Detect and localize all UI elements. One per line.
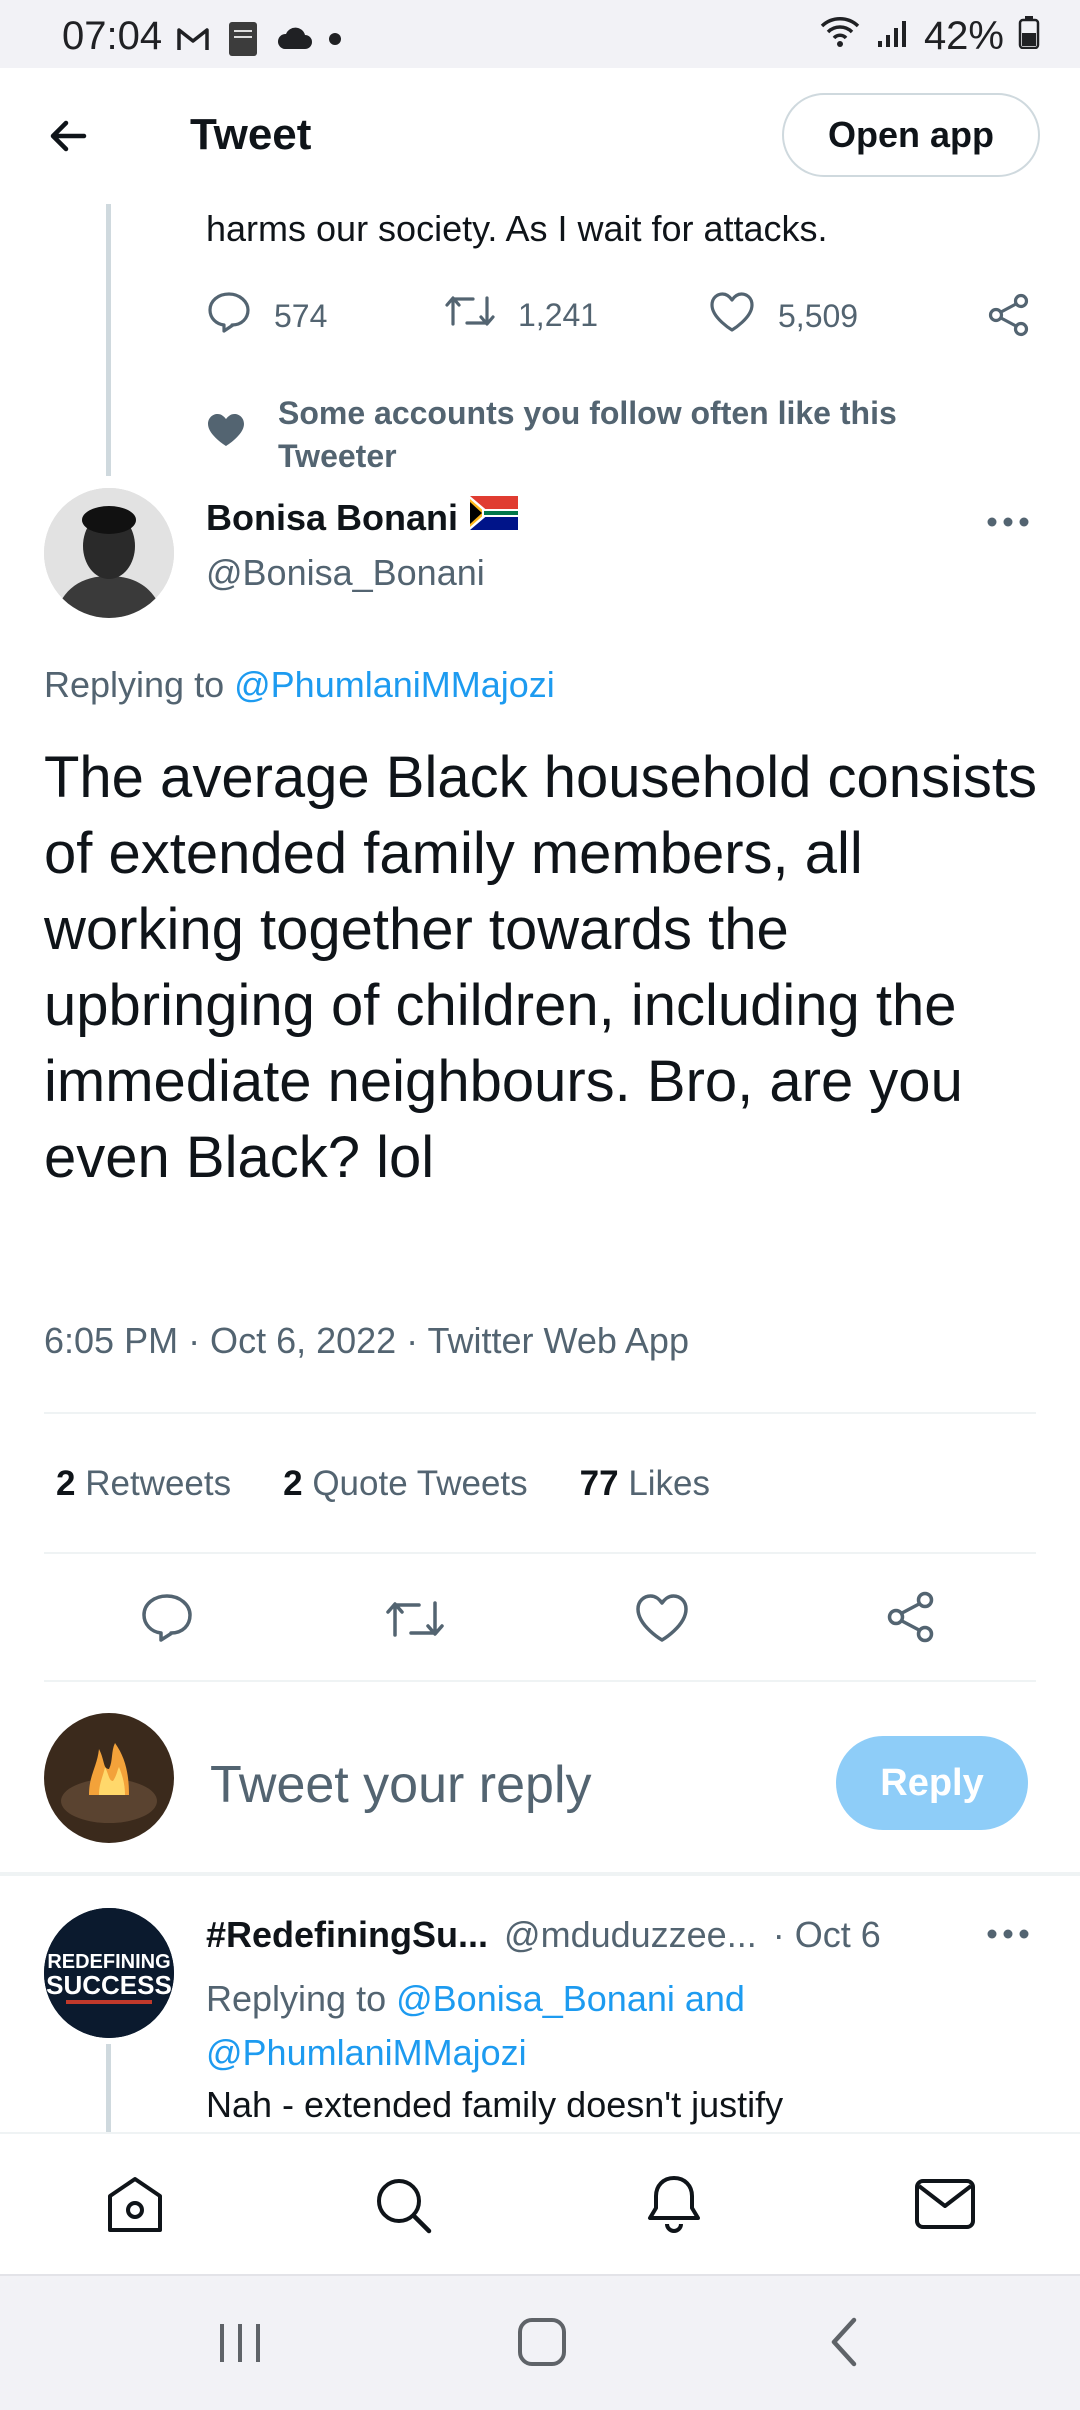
gmail-icon bbox=[176, 25, 210, 58]
bible-icon bbox=[226, 20, 260, 63]
parent-like-action[interactable]: 5,509 bbox=[708, 290, 858, 342]
reply-submit-button[interactable]: Reply bbox=[836, 1736, 1028, 1830]
search-icon[interactable] bbox=[372, 2174, 434, 2236]
open-app-button[interactable]: Open app bbox=[782, 93, 1040, 177]
parent-tweet-text: harms our society. As I wait for attacks… bbox=[206, 208, 828, 249]
reply-header: #RedefiningSu... @mduduzzee... · Oct 6 bbox=[206, 1914, 881, 1956]
app-bar: Tweet Open app bbox=[0, 68, 1080, 204]
share-icon[interactable] bbox=[986, 292, 1032, 338]
page-title: Tweet bbox=[190, 110, 312, 159]
reply-author-avatar[interactable]: REDEFINING SUCCESS bbox=[44, 1908, 174, 2038]
wifi-icon bbox=[818, 14, 862, 59]
reply-display-name[interactable]: #RedefiningSu... bbox=[206, 1914, 488, 1956]
signal-icon bbox=[876, 14, 910, 59]
retweet-icon bbox=[444, 290, 496, 340]
heart-icon bbox=[708, 290, 756, 342]
divider bbox=[44, 1552, 1036, 1554]
south-africa-flag-icon bbox=[470, 496, 519, 539]
reply-more-options-icon[interactable] bbox=[986, 1924, 1030, 1944]
likes-stat[interactable]: 77 Likes bbox=[580, 1464, 710, 1504]
parent-reply-action[interactable]: 574 bbox=[206, 290, 327, 342]
thread-line bbox=[106, 2044, 111, 2132]
thread-line bbox=[106, 204, 111, 476]
tweet-timestamp[interactable]: 6:05 PM · Oct 6, 2022 · Twitter Web App bbox=[44, 1320, 689, 1362]
system-nav-bar bbox=[0, 2274, 1080, 2410]
reply-input[interactable]: Tweet your reply bbox=[210, 1755, 592, 1815]
bottom-nav bbox=[0, 2132, 1080, 2276]
retweet-button[interactable] bbox=[384, 1594, 446, 1644]
author-handle[interactable]: @Bonisa_Bonani bbox=[206, 552, 485, 594]
author-avatar[interactable] bbox=[44, 488, 174, 618]
social-context-heart-icon bbox=[206, 412, 246, 448]
reply-mention-2[interactable]: @PhumlaniMMajozi bbox=[206, 2032, 527, 2073]
parent-retweet-action[interactable]: 1,241 bbox=[444, 290, 598, 340]
reply-icon bbox=[206, 290, 252, 342]
like-button[interactable] bbox=[634, 1592, 690, 1644]
social-context-text: Some accounts you follow often like this… bbox=[278, 395, 897, 474]
svg-text:SUCCESS: SUCCESS bbox=[46, 1970, 172, 2000]
parent-reply-count: 574 bbox=[274, 297, 328, 334]
home-icon[interactable] bbox=[104, 2174, 166, 2236]
replying-to-prefix: Replying to bbox=[44, 664, 225, 705]
status-right: 42% bbox=[818, 14, 1040, 59]
divider bbox=[44, 1680, 1036, 1682]
cloud-icon bbox=[276, 27, 312, 56]
section-divider bbox=[0, 1872, 1080, 1876]
home-button-icon[interactable] bbox=[516, 2316, 568, 2368]
recent-apps-icon[interactable] bbox=[216, 2320, 264, 2366]
replying-to-line: Replying to @PhumlaniMMajozi bbox=[44, 664, 555, 706]
reply-text: Nah - extended family doesn't justify bbox=[206, 2084, 784, 2125]
back-arrow-icon[interactable] bbox=[44, 112, 92, 160]
author-display-name: Bonisa Bonani bbox=[206, 496, 459, 538]
user-avatar[interactable] bbox=[44, 1713, 174, 1843]
battery-level: 42% bbox=[923, 14, 1004, 58]
author-name-row[interactable]: Bonisa Bonani bbox=[206, 496, 519, 539]
back-button-icon[interactable] bbox=[826, 2316, 862, 2368]
quote-tweets-stat[interactable]: 2 Quote Tweets bbox=[283, 1464, 528, 1504]
dot-icon bbox=[328, 32, 342, 51]
reply-mention-1[interactable]: @Bonisa_Bonani and bbox=[396, 1978, 745, 2019]
replying-to-mention[interactable]: @PhumlaniMMajozi bbox=[234, 664, 555, 705]
reply-button[interactable] bbox=[140, 1592, 194, 1644]
reply-handle[interactable]: @mduduzzee... bbox=[504, 1914, 757, 1956]
battery-icon bbox=[1018, 14, 1040, 59]
parent-like-count: 5,509 bbox=[778, 297, 859, 334]
reply-replying-to: Replying to @Bonisa_Bonani and @Phumlani… bbox=[206, 1978, 745, 2073]
status-left-icons bbox=[176, 20, 342, 63]
reply-date[interactable]: · Oct 6 bbox=[773, 1914, 881, 1956]
status-bar: 07:04 42% bbox=[0, 0, 1080, 68]
retweets-stat[interactable]: 2 Retweets bbox=[56, 1464, 231, 1504]
parent-retweet-count: 1,241 bbox=[518, 296, 599, 333]
tweet-body: The average Black household consists of … bbox=[44, 745, 1038, 1190]
divider bbox=[44, 1412, 1036, 1414]
notifications-icon[interactable] bbox=[642, 2172, 706, 2236]
tweet-stats: 2 Retweets 2 Quote Tweets 77 Likes bbox=[56, 1464, 710, 1504]
messages-icon[interactable] bbox=[914, 2178, 976, 2230]
share-button[interactable] bbox=[884, 1590, 938, 1644]
status-time: 07:04 bbox=[62, 14, 163, 58]
more-options-icon[interactable] bbox=[986, 512, 1030, 532]
